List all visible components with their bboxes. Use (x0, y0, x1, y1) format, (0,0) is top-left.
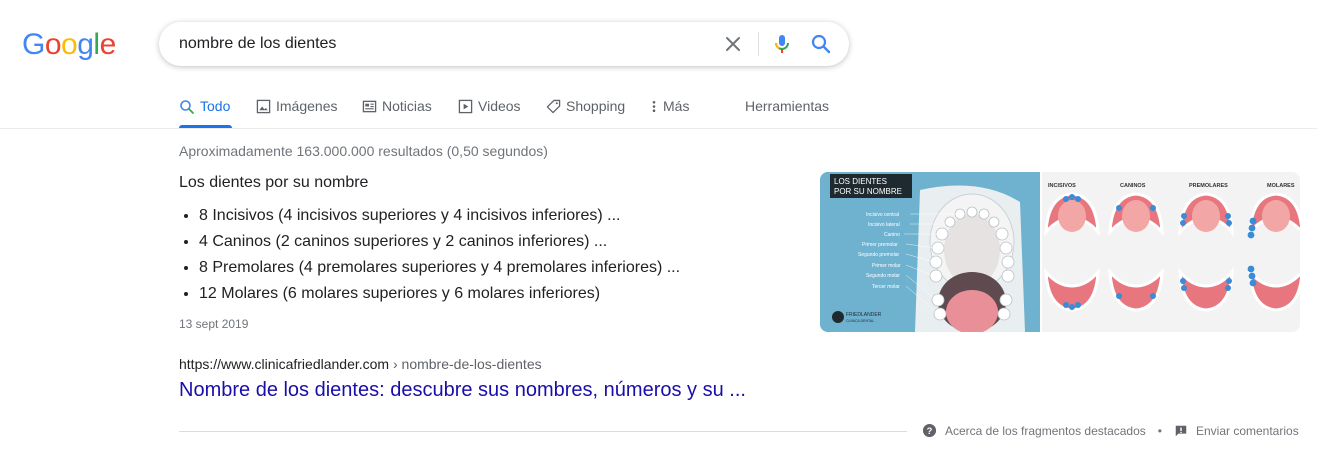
tab-label: Todo (200, 98, 231, 114)
tooth-label: Canino (884, 232, 900, 238)
tab-noticias[interactable]: Noticias (362, 98, 432, 128)
tag-icon (546, 99, 561, 114)
tab-label: Imágenes (276, 98, 338, 114)
teeth-types-svg: INCISIVOS CANINOS PREMOLARES MOLARES (1042, 172, 1300, 332)
search-input[interactable]: nombre de los dientes (179, 35, 336, 53)
search-button[interactable] (809, 32, 833, 56)
logo-letter: o (44, 28, 62, 61)
search-divider (758, 32, 759, 56)
separator-dot: • (1157, 423, 1162, 438)
tooth-label: Tercer molar (872, 284, 900, 290)
play-icon (458, 99, 473, 114)
tooth-label: Incisivo central (866, 212, 899, 218)
tools-label: Herramientas (745, 98, 830, 114)
teeth-types-image[interactable]: INCISIVOS CANINOS PREMOLARES MOLARES (1042, 172, 1300, 332)
image-heading-line: LOS DIENTES (834, 177, 887, 186)
tooth-label: Primer molar (872, 263, 901, 269)
send-feedback-link[interactable]: Enviar comentarios (1174, 424, 1299, 438)
tab-label: Noticias (382, 98, 432, 114)
close-icon (726, 37, 740, 51)
list-item: 8 Premolares (4 premolares superiores y … (199, 258, 680, 284)
logo-letter: e (99, 28, 117, 61)
list-item: 12 Molares (6 molares superiores y 6 mol… (199, 284, 680, 310)
feedback-row: ? Acerca de los fragmentos destacados • … (922, 423, 1299, 438)
tooth-label: Incisivo lateral (868, 222, 900, 228)
tabs-divider (0, 128, 1317, 129)
tooth-label: Segundo molar (866, 273, 900, 279)
about-snippets-link[interactable]: ? Acerca de los fragmentos destacados (922, 423, 1146, 438)
image-icon (256, 99, 271, 114)
search-icon (811, 34, 831, 54)
about-snippets-label: Acerca de los fragmentos destacados (945, 423, 1146, 438)
result-domain: https://www.clinicafriedlander.com (179, 356, 390, 372)
logo-letter: G (22, 28, 45, 61)
result-url[interactable]: https://www.clinicafriedlander.com › nom… (179, 356, 542, 372)
type-label: CANINOS (1120, 183, 1146, 189)
search-icon (180, 100, 194, 114)
send-feedback-label: Enviar comentarios (1195, 423, 1299, 438)
result-stats: Aproximadamente 163.000.000 resultados (… (179, 143, 548, 159)
type-label: PREMOLARES (1189, 183, 1228, 189)
clear-button[interactable] (721, 32, 745, 56)
snippet-list: 8 Incisivos (4 incisivos superiores y 4 … (179, 206, 680, 310)
tab-label: Shopping (566, 98, 626, 114)
list-item: 8 Incisivos (4 incisivos superiores y 4 … (199, 206, 680, 232)
tools-button[interactable]: Herramientas (745, 98, 829, 128)
news-icon (362, 100, 377, 113)
tooth-label: Segundo premolar (858, 252, 899, 258)
tab-mas[interactable]: Más (650, 98, 689, 128)
tab-label: Más (663, 98, 690, 114)
image-heading-line: POR SU NOMBRE (834, 187, 902, 196)
google-logo[interactable]: Google (22, 28, 116, 62)
snippet-images[interactable]: LOS DIENTES POR SU NOMBRE Incisivo centr… (820, 172, 1300, 332)
tab-imagenes[interactable]: Imágenes (256, 98, 337, 128)
snippet-date: 13 sept 2019 (179, 317, 249, 331)
result-title-link[interactable]: Nombre de los dientes: descubre sus nomb… (179, 379, 746, 402)
list-item: 4 Caninos (2 caninos superiores y 2 cani… (199, 232, 680, 258)
logo-letter: g (77, 28, 94, 61)
search-box[interactable]: nombre de los dientes (159, 22, 849, 66)
tab-shopping[interactable]: Shopping (546, 98, 625, 128)
tab-label: Videos (478, 98, 521, 114)
feedback-icon (1175, 425, 1187, 436)
logo-letter: o (61, 28, 78, 61)
microphone-icon (774, 35, 789, 53)
tab-videos[interactable]: Videos (458, 98, 521, 128)
help-icon: ? (922, 423, 937, 438)
tooth-label: Primer premolar (862, 242, 898, 248)
teeth-diagram-image[interactable]: LOS DIENTES POR SU NOMBRE Incisivo centr… (820, 172, 1040, 332)
voice-search-button[interactable] (770, 32, 794, 56)
teeth-diagram-svg: LOS DIENTES POR SU NOMBRE Incisivo centr… (820, 172, 1040, 332)
type-label: MOLARES (1267, 183, 1295, 189)
more-vert-icon (652, 100, 656, 113)
svg-text:?: ? (927, 426, 933, 436)
brand-name: FRIEDLANDER (846, 312, 882, 318)
result-breadcrumb: › nombre-de-los-dientes (389, 356, 542, 372)
brand-sub: CLÍNICA DENTAL (846, 319, 874, 323)
tab-todo[interactable]: Todo (179, 98, 230, 128)
snippet-title: Los dientes por su nombre (179, 174, 369, 191)
type-label: INCISIVOS (1048, 183, 1076, 189)
bottom-divider (179, 431, 907, 432)
